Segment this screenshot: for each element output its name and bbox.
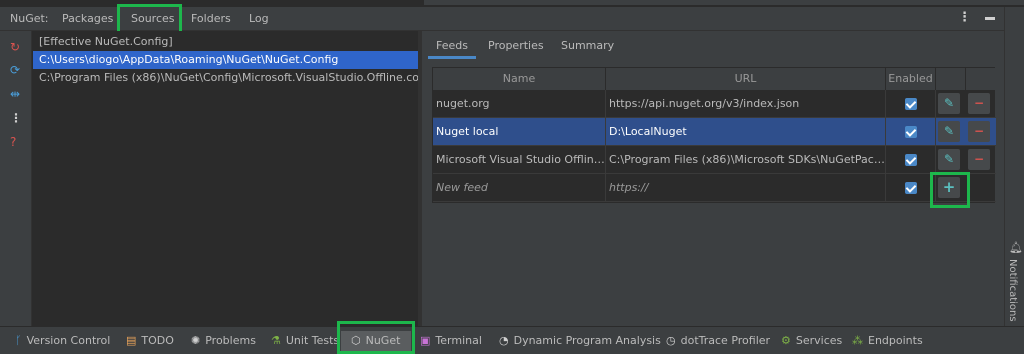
sources-tab-highlight — [117, 4, 182, 34]
tab-properties[interactable]: Properties — [488, 39, 544, 52]
tool-window-title: NuGet: — [10, 12, 49, 25]
profiler-icon: ◷ — [666, 334, 676, 347]
tab-feeds[interactable]: Feeds — [436, 39, 468, 52]
config-item-offline[interactable]: C:\Program Files (x86)\NuGet\Config\Micr… — [33, 69, 440, 87]
enabled-checkbox[interactable] — [905, 126, 917, 138]
bug-icon: ✺ — [191, 334, 201, 347]
source-details-panel: Feeds Properties Summary Name URL Enable… — [422, 31, 1004, 326]
remove-icon[interactable]: − — [968, 93, 990, 114]
config-file-list: [Effective NuGet.Config] C:\Users\diogo\… — [33, 31, 440, 326]
tool-version-control[interactable]: ᚴ Version Control — [15, 334, 110, 347]
tool-todo[interactable]: ▤ TODO — [126, 334, 174, 347]
column-edit — [936, 68, 966, 90]
tool-window-bar: ᚴ Version Control ▤ TODO ✺ Problems ⚗ Unit T… — [0, 326, 1024, 354]
editor-top-edge — [424, 0, 1024, 5]
add-button-highlight — [930, 172, 970, 208]
unit-tests-icon: ⚗ — [271, 334, 281, 347]
new-feed-name-input[interactable]: New feed — [433, 174, 606, 202]
nuget-tool-highlight — [337, 321, 415, 354]
table-row[interactable]: Microsoft Visual Studio Offline P... C:\… — [433, 146, 996, 174]
tool-terminal[interactable]: ▣ Terminal — [420, 334, 482, 347]
detail-tabs: Feeds Properties Summary — [422, 31, 1004, 59]
remove-icon[interactable]: − — [968, 149, 990, 170]
feed-url[interactable]: https://api.nuget.org/v3/index.json — [606, 90, 886, 118]
right-sidebar: 🔔︎ Notifications — [1004, 7, 1024, 326]
feed-enabled-cell — [886, 90, 936, 118]
git-branch-icon: ᚴ — [15, 334, 22, 347]
feed-enabled-cell — [886, 174, 936, 202]
notifications-tab[interactable]: Notifications — [1007, 259, 1018, 322]
tab-summary[interactable]: Summary — [561, 39, 614, 52]
column-remove — [966, 68, 996, 90]
column-url[interactable]: URL — [606, 68, 886, 90]
refresh-icon[interactable]: ↻ — [10, 40, 20, 54]
more-icon[interactable]: ⋮ — [10, 111, 22, 125]
table-row[interactable]: nuget.org https://api.nuget.org/v3/index… — [433, 90, 996, 118]
tab-packages[interactable]: Packages — [62, 12, 113, 25]
endpoints-icon: ⁂ — [852, 334, 863, 347]
feed-name[interactable]: Microsoft Visual Studio Offline P... — [433, 146, 606, 174]
help-icon[interactable]: ? — [10, 135, 16, 149]
tool-problems[interactable]: ✺ Problems — [191, 334, 256, 347]
feeds-table: Name URL Enabled nuget.org https://api.n… — [432, 67, 996, 203]
feed-name[interactable]: nuget.org — [433, 90, 606, 118]
tool-dottrace-profiler[interactable]: ◷ dotTrace Profiler — [666, 334, 770, 347]
active-tab-indicator — [428, 56, 476, 59]
sync-icon[interactable]: ⟳ — [10, 63, 20, 77]
left-toolbar: ↻ ⟳ ⇹ ⋮ ? — [0, 31, 32, 326]
new-feed-url-input[interactable]: https:// — [606, 174, 886, 202]
config-item-effective[interactable]: [Effective NuGet.Config] — [33, 33, 418, 51]
tab-log[interactable]: Log — [249, 12, 269, 25]
column-name[interactable]: Name — [433, 68, 606, 90]
tool-endpoints[interactable]: ⁂ Endpoints — [852, 334, 923, 347]
column-enabled[interactable]: Enabled — [886, 68, 936, 90]
dpa-icon: ◔ — [499, 334, 509, 347]
feed-enabled-cell — [886, 146, 936, 174]
more-vertical-icon[interactable]: ⋮ — [958, 10, 971, 25]
bell-icon[interactable]: 🔔︎ — [1009, 241, 1023, 254]
todo-icon: ▤ — [126, 334, 137, 347]
edit-icon[interactable]: ✎ — [938, 121, 960, 142]
table-header: Name URL Enabled — [433, 68, 996, 90]
terminal-icon: ▣ — [420, 334, 431, 347]
tab-folders[interactable]: Folders — [191, 12, 231, 25]
tool-unit-tests[interactable]: ⚗ Unit Tests — [271, 334, 339, 347]
new-feed-row[interactable]: New feed https:// + — [433, 174, 996, 202]
feed-name[interactable]: Nuget local — [433, 118, 606, 146]
feed-enabled-cell — [886, 118, 936, 146]
enabled-checkbox[interactable] — [905, 182, 917, 194]
edit-icon[interactable]: ✎ — [938, 93, 960, 114]
services-icon: ⚙ — [781, 334, 791, 347]
enabled-checkbox[interactable] — [905, 98, 917, 110]
minimize-icon[interactable] — [985, 17, 995, 20]
table-row[interactable]: Nuget local D:\LocalNuget ✎ − — [433, 118, 996, 146]
tool-services[interactable]: ⚙ Services — [781, 334, 842, 347]
split-icon[interactable]: ⇹ — [10, 87, 20, 101]
feed-url[interactable]: C:\Program Files (x86)\Microsoft SDKs\Nu… — [606, 146, 886, 174]
tool-dynamic-program-analysis[interactable]: ◔ Dynamic Program Analysis — [499, 334, 661, 347]
remove-icon[interactable]: − — [968, 121, 990, 142]
enabled-checkbox[interactable] — [905, 154, 917, 166]
feed-url[interactable]: D:\LocalNuget — [606, 118, 886, 146]
edit-icon[interactable]: ✎ — [938, 149, 960, 170]
config-item-user[interactable]: C:\Users\diogo\AppData\Roaming\NuGet\NuG… — [33, 51, 418, 69]
